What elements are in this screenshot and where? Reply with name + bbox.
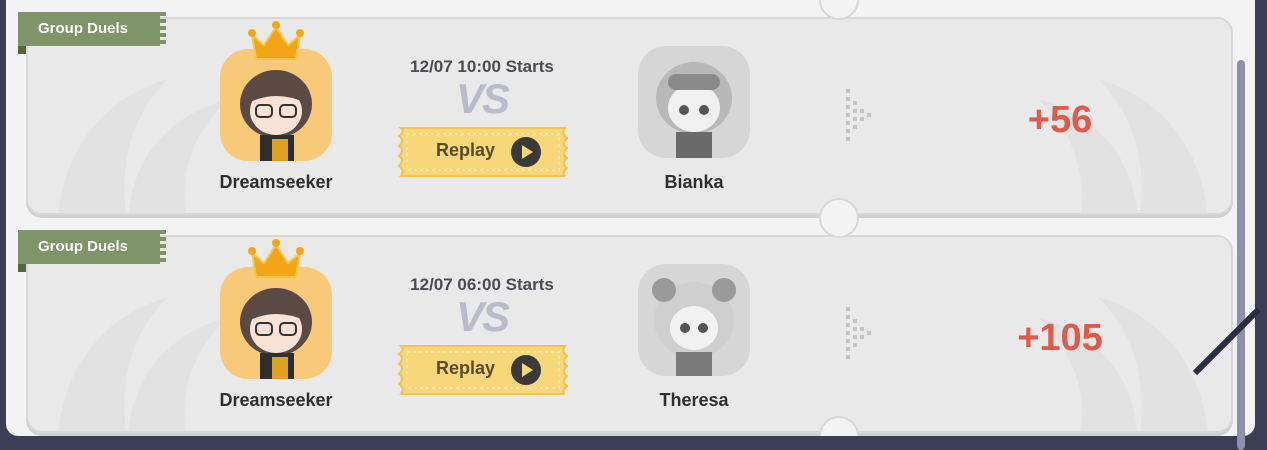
scrollbar[interactable]	[1237, 60, 1245, 450]
tag-fold	[18, 46, 26, 54]
player-avatar	[220, 49, 332, 161]
player-name: Dreamseeker	[219, 390, 333, 410]
match-start-time: 12/07 10:00 Starts	[410, 57, 554, 76]
opponent-avatar	[638, 46, 750, 158]
opponent-name: Bianka	[664, 172, 724, 192]
opponent-avatar	[638, 264, 750, 376]
play-icon	[511, 137, 541, 167]
player-avatar	[220, 267, 332, 379]
opponent-name: Theresa	[659, 390, 729, 410]
group-duels-tag: Group Duels	[18, 12, 166, 46]
arrow-right-icon	[846, 89, 871, 141]
crown-icon	[248, 239, 304, 278]
group-duels-tag: Group Duels	[18, 230, 166, 264]
vs-label: VS	[455, 293, 510, 340]
replay-label: Replay	[436, 140, 496, 160]
match-history-panel: Dreamseeker 12/07 10:00 Starts VS Replay…	[6, 0, 1255, 436]
match-start-time: 12/07 06:00 Starts	[410, 275, 554, 294]
match-card: Dreamseeker 12/07 10:00 Starts VS Replay…	[26, 17, 1233, 215]
vs-label: VS	[455, 75, 510, 122]
tag-fold	[18, 264, 26, 272]
score-change: +105	[1017, 317, 1103, 359]
play-icon	[511, 355, 541, 385]
card-notch	[819, 198, 859, 238]
match-card: Dreamseeker 12/07 06:00 Starts VS Replay…	[26, 235, 1233, 433]
arrow-right-icon	[846, 307, 871, 359]
replay-label: Replay	[436, 358, 496, 378]
crown-icon	[248, 21, 304, 60]
replay-button[interactable]: Replay	[395, 124, 571, 180]
player-name: Dreamseeker	[219, 172, 333, 192]
score-change: +56	[1027, 99, 1093, 141]
replay-button[interactable]: Replay	[395, 342, 571, 398]
